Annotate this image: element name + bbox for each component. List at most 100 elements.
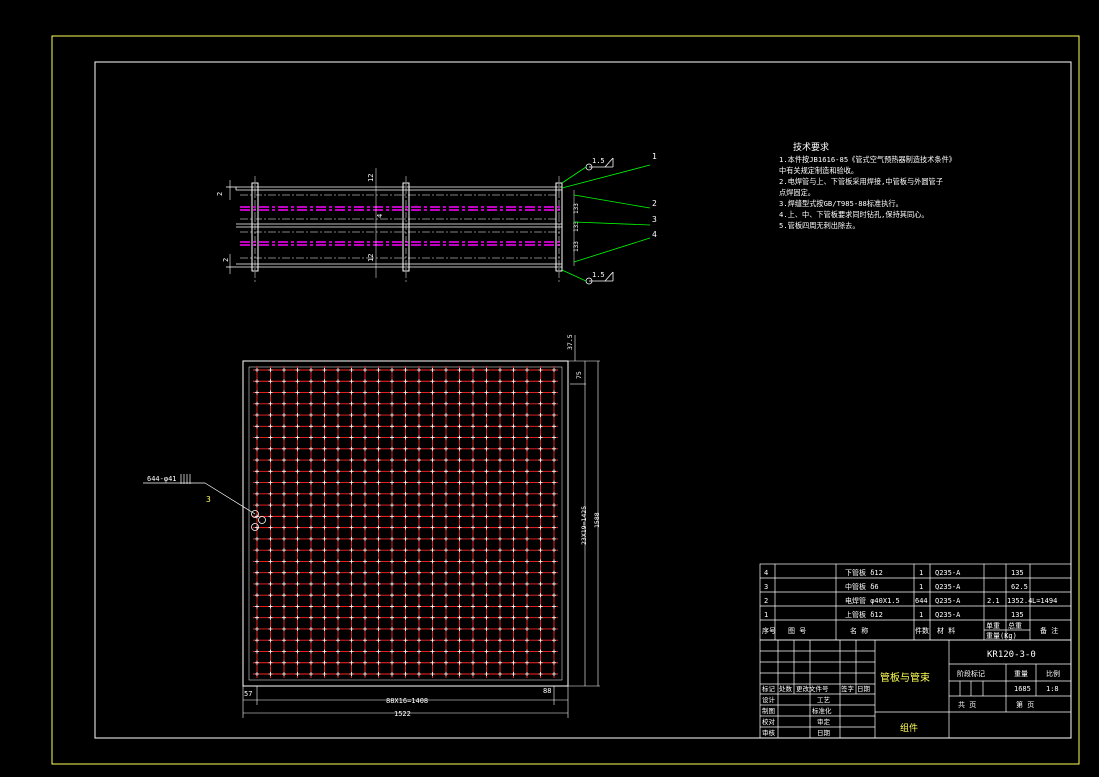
tube-hole	[282, 480, 286, 485]
tube-hole	[417, 379, 421, 384]
tube-hole	[471, 390, 475, 395]
tube-hole	[390, 660, 394, 665]
tube-hole	[336, 503, 340, 508]
bom-total: 135	[1011, 569, 1024, 577]
tube-hole	[538, 581, 543, 586]
tube-hole	[552, 390, 556, 395]
tube-hole	[484, 581, 489, 586]
tube-hole	[322, 559, 327, 564]
tube-hole	[282, 491, 286, 496]
tube-hole	[444, 469, 448, 474]
tube-hole	[525, 435, 529, 440]
tube-hole	[471, 435, 475, 440]
tube-hole	[336, 368, 340, 372]
tube-hole	[390, 593, 394, 598]
tube-hole	[322, 458, 327, 463]
bom-header-no: 序号	[762, 626, 776, 635]
tube-hole	[363, 593, 367, 598]
bom-total: 135	[1011, 611, 1024, 619]
tube-hole	[511, 469, 516, 474]
tube-hole	[525, 581, 529, 586]
tube-hole	[444, 581, 448, 586]
tube-hole	[336, 390, 340, 395]
bom-header-material: 材 料	[937, 626, 955, 635]
tube-hole	[403, 379, 408, 384]
tube-hole	[552, 615, 556, 620]
tube-hole	[376, 638, 381, 643]
tube-hole	[390, 491, 394, 496]
tube-hole	[538, 525, 543, 530]
tube-hole	[309, 581, 313, 586]
tube-hole	[363, 491, 367, 496]
tube-hole	[471, 672, 475, 676]
tube-hole	[484, 570, 489, 575]
tube-hole	[430, 604, 435, 609]
tube-hole	[552, 368, 556, 372]
tube-hole	[403, 570, 408, 575]
tube-hole	[525, 469, 529, 474]
tube-hole	[538, 401, 543, 406]
tube-hole	[295, 570, 300, 575]
tube-hole	[498, 458, 502, 463]
tube-hole	[376, 604, 381, 609]
tube-hole	[349, 368, 354, 372]
tube-hole	[538, 548, 543, 553]
tube-hole	[498, 368, 502, 372]
tube-hole	[255, 672, 259, 676]
tube-hole	[255, 615, 259, 620]
tube-hole	[363, 435, 367, 440]
tube-hole	[309, 626, 313, 631]
tube-hole	[363, 570, 367, 575]
tube-hole	[349, 458, 354, 463]
tube-hole	[552, 626, 556, 631]
tube-hole	[295, 424, 300, 429]
tube-hole	[498, 548, 502, 553]
tube-hole	[376, 368, 381, 372]
tube-hole	[376, 379, 381, 384]
bom-material: Q235-A	[935, 611, 961, 619]
tube-hole	[349, 469, 354, 474]
tube-hole	[484, 503, 489, 508]
tube-hole	[525, 548, 529, 553]
tube-hole	[430, 424, 435, 429]
tube-hole	[403, 615, 408, 620]
tube-hole	[309, 615, 313, 620]
tube-hole	[309, 660, 313, 665]
tube-hole	[525, 503, 529, 508]
tube-hole	[268, 503, 273, 508]
tube-hole	[444, 491, 448, 496]
bom-no: 2	[764, 597, 768, 605]
tube-hole	[498, 672, 502, 676]
tube-hole	[322, 491, 327, 496]
tube-hole	[552, 672, 556, 676]
tube-hole	[390, 604, 394, 609]
tube-hole	[322, 401, 327, 406]
tube-hole	[349, 559, 354, 564]
tube-hole	[363, 525, 367, 530]
tech-note-line: 点焊固定。	[779, 188, 815, 197]
tube-hole	[376, 559, 381, 564]
tube-hole	[390, 559, 394, 564]
tube-hole	[295, 672, 300, 676]
tube-hole	[349, 615, 354, 620]
tube-hole	[282, 536, 286, 541]
tube-hole	[457, 435, 462, 440]
tube-hole	[268, 672, 273, 676]
tube-hole	[268, 593, 273, 598]
tube-hole	[349, 514, 354, 519]
tube-hole	[457, 424, 462, 429]
elevation-plates	[251, 176, 563, 284]
tube-hole	[295, 525, 300, 530]
tube-hole	[457, 390, 462, 395]
tube-hole	[322, 503, 327, 508]
tube-hole	[444, 525, 448, 530]
tube-hole	[390, 615, 394, 620]
tube-hole	[390, 672, 394, 676]
tube-hole	[444, 536, 448, 541]
tube-hole	[376, 435, 381, 440]
sheets-total: 共 页	[958, 700, 976, 709]
weld-size-top: 1.5	[592, 157, 605, 165]
tube-hole	[390, 480, 394, 485]
technical-notes: 技术要求 1.本件按JB1616-85《管式空气预热器制造技术条件》 中有关规定…	[779, 141, 956, 230]
tube-hole	[417, 446, 421, 451]
